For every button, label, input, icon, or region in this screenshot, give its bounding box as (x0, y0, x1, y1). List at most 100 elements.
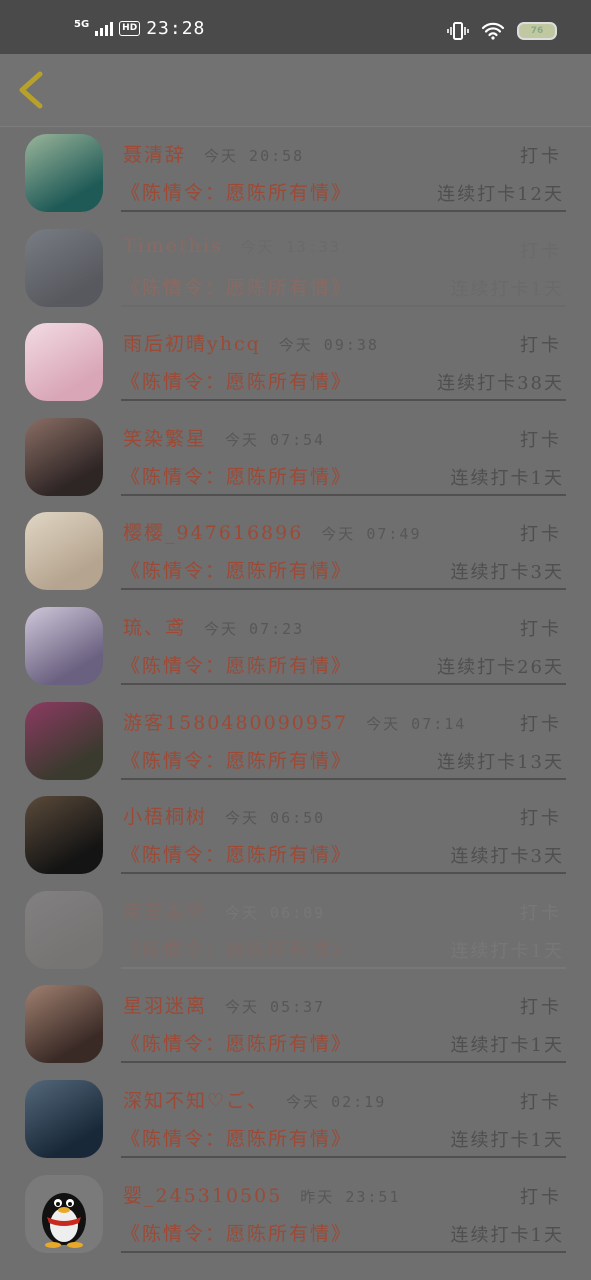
streak-text: 连续打卡13天 (437, 751, 564, 773)
divider (121, 777, 566, 780)
user-name[interactable]: 聂清辞 今天 20:58 (123, 140, 304, 167)
user-name-text[interactable]: 聂清辞 (123, 144, 186, 166)
user-name[interactable]: 深知不知♡ご、 今天 02:19 (123, 1086, 386, 1113)
list-item[interactable]: 婴_245310505 昨天 23:51 打卡《陈情令：愿陈所有情》 连续打卡1天 (0, 1167, 591, 1262)
user-name-text[interactable]: 樱樱_947616896 (123, 522, 303, 544)
avatar[interactable] (25, 890, 103, 969)
list-item[interactable]: 琉、鸢 今天 07:23 打卡 《陈情令：愿陈所有情》 连续打卡26天 (0, 599, 591, 694)
signal-icon (95, 21, 114, 36)
divider (121, 493, 566, 496)
user-name-text[interactable]: 南笙墨染 (123, 901, 207, 923)
book-title[interactable]: 《陈情令：愿陈所有情》 (121, 1124, 352, 1151)
user-name-text[interactable]: 深知不知♡ご、 (123, 1090, 268, 1112)
book-title[interactable]: 《陈情令：愿陈所有情》 (121, 746, 352, 773)
checkin-label: 打卡 (520, 240, 562, 262)
book-title[interactable]: 《陈情令：愿陈所有情》 (121, 273, 352, 300)
user-name-text[interactable]: 笑染繁星 (123, 428, 207, 450)
book-title[interactable]: 《陈情令：愿陈所有情》 (121, 935, 352, 962)
list-item[interactable]: 南笙墨染 今天 06:09 打卡《陈情令：愿陈所有情》 连续打卡1天 (0, 883, 591, 978)
checkin-time: 今天 05:37 (225, 998, 326, 1017)
checkin-label: 打卡 (520, 1186, 562, 1208)
user-name[interactable]: 婴_245310505 昨天 23:51 (123, 1181, 400, 1208)
user-name-text[interactable]: 星羽迷离 (123, 995, 207, 1017)
streak-text: 连续打卡1天 (450, 940, 564, 962)
streak-text: 连续打卡12天 (437, 184, 564, 205)
list-item[interactable]: 星羽迷离 今天 05:37 打卡《陈情令：愿陈所有情》 连续打卡1天 (0, 977, 591, 1072)
divider (121, 872, 566, 875)
list-item[interactable]: 聂清辞 今天 20:58 打卡《陈情令：愿陈所有情》 连续打卡12天 (0, 126, 591, 221)
checkin-label: 打卡 (520, 713, 562, 735)
user-name-text[interactable]: 小梧桐树 (123, 806, 207, 828)
checkin-time: 今天 07:54 (225, 430, 326, 449)
book-title[interactable]: 《陈情令：愿陈所有情》 (121, 651, 352, 678)
list-item[interactable]: 游客1580480090957 今天 07:14 打卡《陈情令：愿陈所有情》 连续打卡… (0, 694, 591, 789)
user-name[interactable]: 小梧桐树 今天 06:50 (123, 802, 325, 829)
avatar[interactable] (25, 1174, 103, 1253)
top-bar (0, 54, 591, 127)
user-name[interactable]: 琉、鸢 今天 07:23 (123, 613, 304, 640)
checkin-time: 今天 13:33 (240, 237, 341, 256)
checkin-label: 打卡 (520, 997, 562, 1019)
book-title[interactable]: 《陈情令：愿陈所有情》 (121, 556, 352, 583)
user-name-text[interactable]: 琉、鸢 (123, 617, 186, 639)
user-name[interactable]: 游客1580480090957 今天 07:14 (123, 708, 466, 735)
book-title[interactable]: 《陈情令：愿陈所有情》 (121, 178, 352, 205)
avatar[interactable] (25, 323, 103, 402)
list-item[interactable]: 深知不知♡ご、 今天 02:19 打卡 《陈情令：愿陈所有情》 连续打卡1天 (0, 1072, 591, 1167)
user-name[interactable]: Timethis 今天 13:33 (123, 235, 341, 257)
avatar[interactable] (25, 1079, 103, 1158)
checkin-time: 今天 20:58 (204, 147, 305, 165)
avatar[interactable] (25, 796, 103, 875)
user-name[interactable]: 星羽迷离 今天 05:37 (123, 991, 325, 1018)
list-item[interactable]: 雨后初晴yhcq 今天 09:38 打卡 《陈情令：愿陈所有情》 连续打卡38天 (0, 315, 591, 410)
user-name[interactable]: 笑染繁星 今天 07:54 (123, 424, 325, 451)
user-name-text[interactable]: 婴_245310505 (123, 1185, 282, 1207)
list-item[interactable]: Timethis 今天 13:33 打卡《陈情令：愿陈所有情》 连续打卡1天 (0, 221, 591, 316)
list-item[interactable]: 樱樱_947616896 今天 07:49 打卡《陈情令：愿陈所有情》 连续打卡3天 (0, 504, 591, 599)
list-item[interactable]: 小梧桐树 今天 06:50 打卡 《陈情令：愿陈所有情》 连续打卡3天 (0, 788, 591, 883)
avatar[interactable] (25, 134, 103, 212)
checkin-label: 打卡 (520, 902, 562, 924)
vibrate-icon (447, 22, 469, 40)
user-name-text[interactable]: 雨后初晴yhcq (123, 333, 261, 355)
avatar[interactable] (25, 606, 103, 685)
penguin-icon (42, 1192, 86, 1248)
avatar[interactable] (25, 985, 103, 1064)
user-name[interactable]: 樱樱_947616896 今天 07:49 (123, 518, 421, 545)
avatar[interactable] (25, 417, 103, 496)
book-title[interactable]: 《陈情令：愿陈所有情》 (121, 462, 352, 489)
user-name-text[interactable]: Timethis (123, 235, 223, 257)
avatar[interactable] (25, 512, 103, 591)
streak-text: 连续打卡1天 (450, 1224, 564, 1246)
user-name[interactable]: 雨后初晴yhcq 今天 09:38 (123, 329, 379, 356)
divider (121, 1061, 566, 1064)
divider (121, 210, 566, 212)
book-title[interactable]: 《陈情令：愿陈所有情》 (121, 840, 352, 867)
avatar[interactable] (25, 228, 103, 307)
streak-text: 连续打卡3天 (450, 562, 564, 584)
battery-icon: 76 (517, 22, 557, 40)
checkin-time: 今天 07:14 (366, 714, 467, 733)
status-bar: 5G HD 23:28 76 (0, 0, 591, 54)
wifi-icon (481, 22, 505, 40)
checkin-label: 打卡 (520, 146, 562, 167)
checkin-label: 打卡 (520, 524, 562, 546)
book-title[interactable]: 《陈情令：愿陈所有情》 (121, 367, 352, 394)
divider (121, 399, 566, 402)
avatar[interactable] (25, 701, 103, 780)
streak-text: 连续打卡1天 (450, 1035, 564, 1057)
checkin-time: 今天 09:38 (278, 336, 379, 355)
divider (121, 682, 566, 685)
checkin-time: 今天 02:19 (286, 1092, 387, 1111)
checkin-time: 今天 06:50 (225, 809, 326, 828)
user-name[interactable]: 南笙墨染 今天 06:09 (123, 897, 325, 924)
book-title[interactable]: 《陈情令：愿陈所有情》 (121, 1029, 352, 1056)
checkin-label: 打卡 (520, 1091, 562, 1113)
chevron-left-icon[interactable] (14, 68, 54, 112)
user-name-text[interactable]: 游客1580480090957 (123, 712, 348, 734)
book-title[interactable]: 《陈情令：愿陈所有情》 (121, 1219, 352, 1246)
streak-text: 连续打卡1天 (450, 278, 564, 300)
checkin-label: 打卡 (520, 429, 562, 451)
list-item[interactable]: 笑染繁星 今天 07:54 打卡 《陈情令：愿陈所有情》 连续打卡1天 (0, 410, 591, 505)
checkin-label: 打卡 (520, 618, 562, 640)
